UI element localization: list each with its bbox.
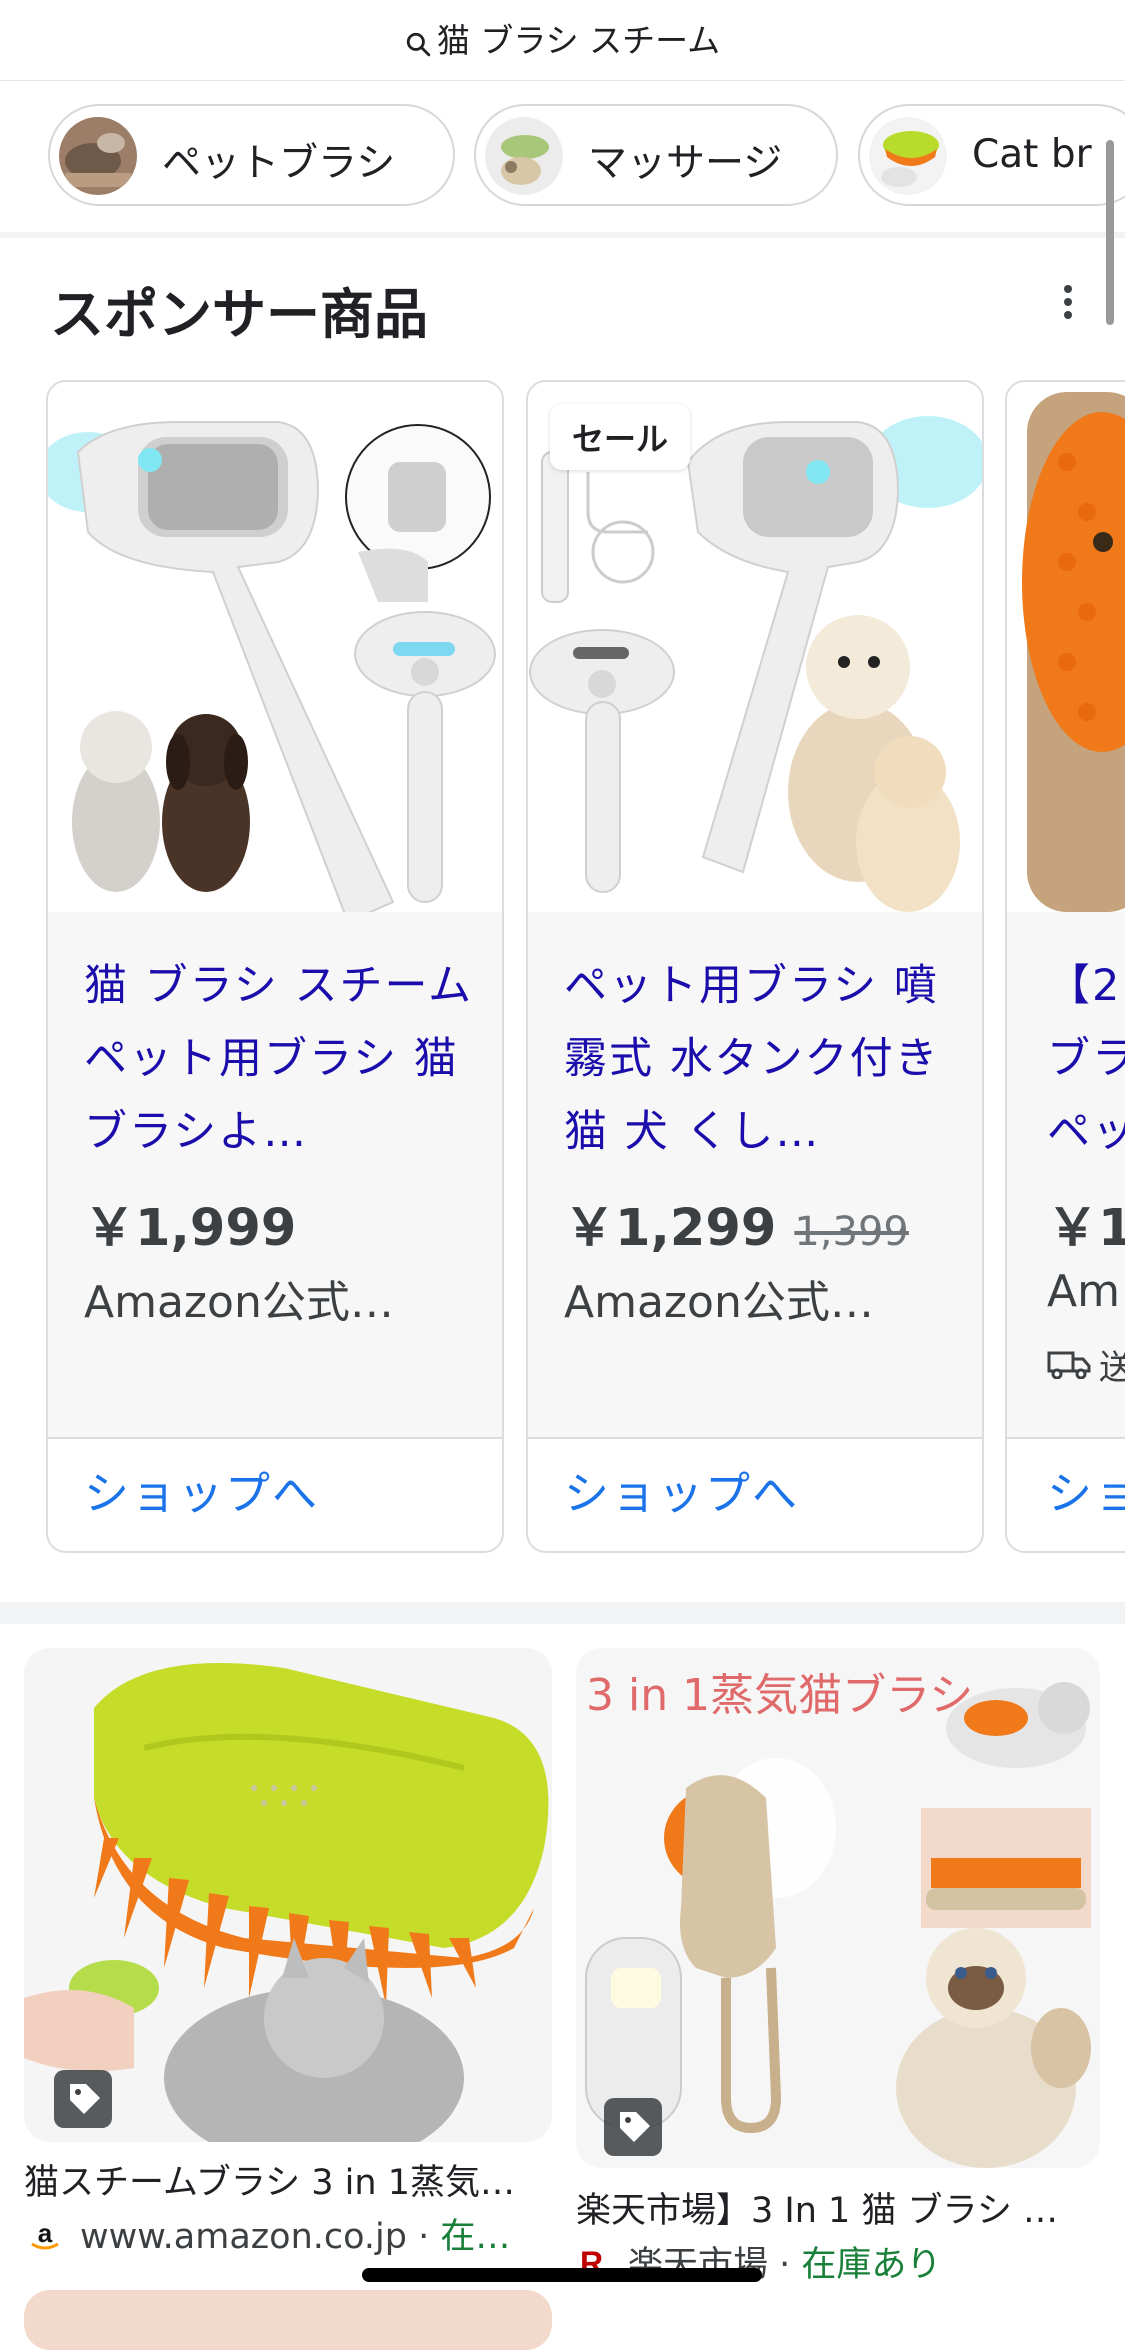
image-result-thumbnail[interactable] <box>24 2290 552 2350</box>
chip-pet-brush[interactable]: ペットブラシ <box>48 104 455 206</box>
shop-link[interactable]: ショップへ <box>564 1457 799 1522</box>
image-result-title[interactable]: 楽天市場】3 In 1 猫 ブラシ … <box>576 2182 1058 2233</box>
chip-massage[interactable]: マッサージ <box>474 104 838 206</box>
shop-link[interactable]: ショ <box>1047 1457 1125 1522</box>
chip-thumbnail <box>869 117 947 195</box>
image-result-thumbnail[interactable]: 3 in 1蒸気猫ブラシ <box>576 1648 1100 2168</box>
section-divider <box>0 232 1125 238</box>
home-indicator[interactable] <box>362 2268 762 2282</box>
chip-label: Cat br <box>972 132 1092 177</box>
product-card[interactable]: 【2 ブラ ペッ ￥1 Am 送 ショ <box>1005 380 1125 1553</box>
sale-badge: セール <box>550 404 691 470</box>
product-image <box>48 382 502 912</box>
search-bar[interactable]: 猫 ブラシ スチーム <box>0 0 1125 81</box>
product-image <box>1007 382 1125 912</box>
shopping-tag-icon <box>54 2070 112 2128</box>
product-old-price: 1,399 <box>794 1209 909 1255</box>
chip-cat-brush[interactable]: Cat br <box>858 104 1125 206</box>
product-price: ￥1 <box>1047 1199 1125 1258</box>
product-seller: Amazon公式… <box>564 1277 874 1328</box>
product-seller: Amazon公式… <box>84 1277 394 1328</box>
image-result-source[interactable]: a www.amazon.co.jp · 在… <box>24 2208 510 2259</box>
more-options-icon[interactable] <box>1048 282 1088 322</box>
product-price: ￥1,999 <box>84 1199 297 1258</box>
chip-thumbnail <box>59 117 137 195</box>
product-card[interactable]: セール ペット用ブラシ 噴霧式 水タンク付き 猫 犬 くし… ￥1,299 1,3… <box>526 380 984 1553</box>
svg-text:a: a <box>38 2218 53 2248</box>
amazon-logo-icon: a <box>24 2214 66 2256</box>
product-card[interactable]: 猫 ブラシ スチーム ペット用ブラシ 猫ブラシよ… ￥1,999 Amazon公… <box>46 380 504 1553</box>
sponsored-products-title: スポンサー商品 <box>50 283 428 346</box>
search-query: 猫 ブラシ スチーム <box>436 21 721 60</box>
product-title[interactable]: 猫 ブラシ スチーム ペット用ブラシ 猫ブラシよ… <box>84 950 474 1169</box>
image-result-thumbnail[interactable] <box>24 1648 552 2142</box>
chip-thumbnail <box>485 117 563 195</box>
product-seller: Am <box>1047 1266 1120 1317</box>
truck-icon <box>1047 1351 1091 1380</box>
scrollbar[interactable] <box>1106 140 1114 325</box>
section-divider <box>0 1602 1125 1624</box>
chip-label: マッサージ <box>588 141 783 186</box>
product-title[interactable]: ペット用ブラシ 噴霧式 水タンク付き 猫 犬 くし… <box>564 950 954 1169</box>
search-icon <box>406 32 431 57</box>
image-result-title[interactable]: 猫スチームブラシ 3 in 1蒸気… <box>24 2154 515 2205</box>
shop-link[interactable]: ショップへ <box>84 1457 319 1522</box>
shipping-info: 送 <box>1047 1340 1125 1389</box>
image-text: 3 in 1蒸気猫ブラシ <box>586 1670 973 1721</box>
shopping-tag-icon <box>604 2098 662 2156</box>
product-title[interactable]: 【2 ブラ ペッ <box>1047 950 1125 1169</box>
chip-label: ペットブラシ <box>162 141 396 186</box>
product-price: ￥1,299 1,399 <box>564 1199 909 1258</box>
